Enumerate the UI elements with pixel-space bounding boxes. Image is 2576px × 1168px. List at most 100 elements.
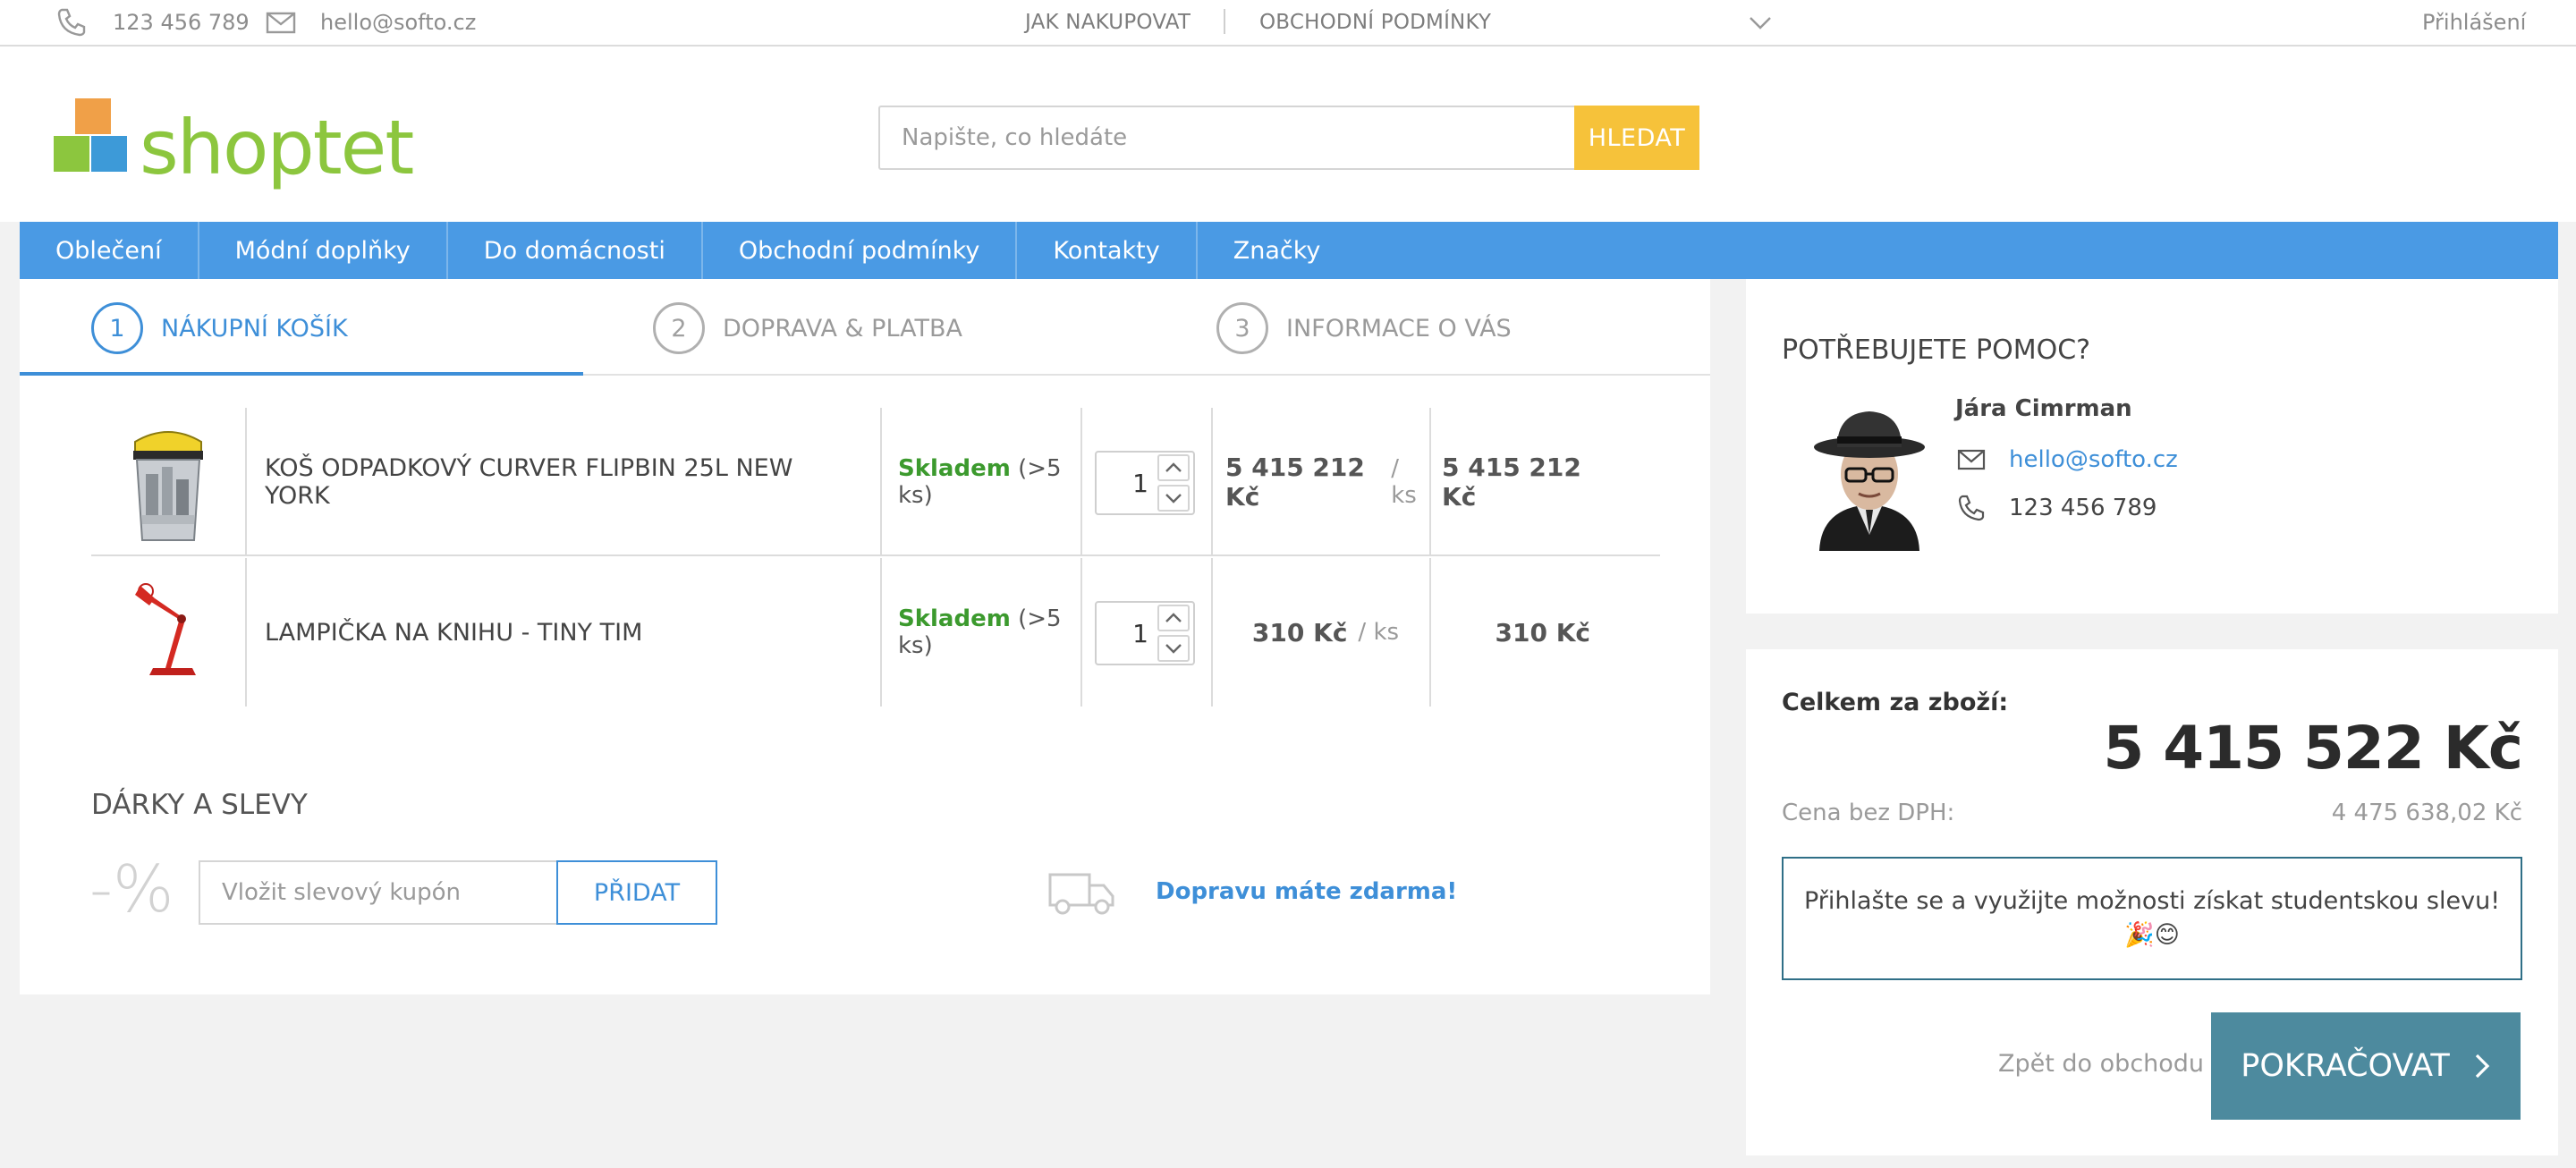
topbar-email-text: hello@softo.cz xyxy=(320,10,477,35)
topbar-nav-how-to-buy[interactable]: JAK NAKUPOVAT xyxy=(1025,0,1191,45)
step-label: NÁKUPNÍ KOŠÍK xyxy=(161,314,348,343)
active-step-underline xyxy=(20,372,583,376)
help-email-text: hello@softo.cz xyxy=(2009,446,2178,473)
menu-item-brands[interactable]: Značky xyxy=(1198,222,1357,279)
product-name: KOŠ ODPADKOVÝ CURVER FLIPBIN 25L NEW YOR… xyxy=(265,454,793,510)
row-separator xyxy=(1429,558,1431,707)
logo-text: shoptet xyxy=(140,104,414,191)
summary-total-label: Celkem za zboží: xyxy=(1782,689,2009,716)
line-total: 5 415 212 Kč xyxy=(1442,408,1590,556)
quantity-value[interactable]: 1 xyxy=(1132,453,1148,513)
row-separator xyxy=(1211,408,1213,556)
summary-card: Celkem za zboží: 5 415 522 Kč Cena bez D… xyxy=(1746,649,2558,1155)
truck-icon xyxy=(1046,866,1116,919)
topbar-separator xyxy=(1224,9,1225,34)
free-shipping-text: Dopravu máte zdarma! xyxy=(1156,878,1458,905)
topbar-email[interactable]: hello@softo.cz xyxy=(261,0,476,45)
phone-icon xyxy=(1955,490,1996,526)
menu-item-home[interactable]: Do domácnosti xyxy=(448,222,703,279)
search-input[interactable] xyxy=(878,106,1574,170)
line-total: 310 Kč xyxy=(1442,558,1591,707)
row-separator xyxy=(245,408,247,556)
chevron-down-icon xyxy=(1741,3,1780,42)
unit-label: / ks xyxy=(1391,455,1417,509)
quantity-stepper[interactable]: 1 xyxy=(1095,451,1195,515)
topbar-nav-terms[interactable]: OBCHODNÍ PODMÍNKY xyxy=(1259,0,1491,45)
logo-square-orange xyxy=(75,98,111,134)
stock-status: Skladem (>5 ks) xyxy=(898,558,1086,707)
unit-price: 5 415 212 Kč / ks xyxy=(1225,408,1426,556)
product-name-link[interactable]: LAMPIČKA NA KNIHU - TINY TIM xyxy=(265,558,855,707)
menu-item-clothing[interactable]: Oblečení xyxy=(20,222,199,279)
logo-square-blue xyxy=(91,136,127,172)
student-discount-promo[interactable]: Přihlašte se a využijte možnosti získat … xyxy=(1782,857,2522,980)
stock-label: Skladem xyxy=(898,605,1011,632)
search-button[interactable]: HLEDAT xyxy=(1574,106,1699,170)
help-card: POTŘEBUJETE POMOC? Jára Cimrman hello@so… xyxy=(1746,279,2558,614)
continue-button[interactable]: POKRAČOVAT xyxy=(2211,1012,2521,1120)
header: shoptet HLEDAT xyxy=(0,47,2576,222)
step-shipping-payment[interactable]: 2 DOPRAVA & PLATBA xyxy=(653,300,962,356)
topbar-more-toggle[interactable] xyxy=(1741,0,1780,45)
row-separator xyxy=(1429,408,1431,556)
chevron-right-icon xyxy=(2475,1054,2490,1079)
logo-square-green xyxy=(54,136,89,172)
coupon-input[interactable] xyxy=(199,860,556,925)
menu-item-contacts[interactable]: Kontakty xyxy=(1017,222,1198,279)
line-total-value: 5 415 212 Kč xyxy=(1442,453,1581,512)
step-number: 1 xyxy=(91,302,143,354)
gifts-title: DÁRKY A SLEVY xyxy=(91,789,308,821)
line-total-value: 310 Kč xyxy=(1495,617,1591,647)
help-phone-text: 123 456 789 xyxy=(2009,495,2157,521)
topbar-phone[interactable]: 123 456 789 xyxy=(52,0,250,45)
mail-icon xyxy=(261,3,301,42)
quantity-decrease-button[interactable] xyxy=(1157,635,1190,662)
quantity-increase-button[interactable] xyxy=(1157,454,1190,481)
summary-net-label: Cena bez DPH: xyxy=(1782,800,1955,826)
add-coupon-button[interactable]: PŘIDAT xyxy=(556,860,717,925)
product-name-link[interactable]: KOŠ ODPADKOVÝ CURVER FLIPBIN 25L NEW YOR… xyxy=(265,408,855,556)
row-separator xyxy=(245,558,247,707)
help-email-link[interactable]: hello@softo.cz xyxy=(1955,442,2178,478)
trash-bin-image xyxy=(133,431,203,541)
back-to-shop-link[interactable]: Zpět do obchodu xyxy=(1998,1050,2204,1078)
unit-price-value: 310 Kč xyxy=(1251,617,1348,647)
cart-card: 1 NÁKUPNÍ KOŠÍK 2 DOPRAVA & PLATBA 3 INF… xyxy=(20,279,1710,994)
stock-label: Skladem xyxy=(898,455,1011,482)
promo-text: Přihlašte se a využijte možnosti získat … xyxy=(1803,887,2501,915)
product-image-trash-bin[interactable] xyxy=(91,408,245,556)
cart-row: LAMPIČKA NA KNIHU - TINY TIM Skladem (>5… xyxy=(91,558,1660,707)
help-phone-link[interactable]: 123 456 789 xyxy=(1955,490,2157,526)
step-label: INFORMACE O VÁS xyxy=(1286,314,1512,343)
help-contact-name: Jára Cimrman xyxy=(1955,395,2132,422)
menu-item-terms[interactable]: Obchodní podmínky xyxy=(703,222,1018,279)
mail-icon xyxy=(1955,442,1996,478)
step-customer-info[interactable]: 3 INFORMACE O VÁS xyxy=(1216,300,1512,356)
quantity-increase-button[interactable] xyxy=(1157,605,1190,631)
search-form: HLEDAT xyxy=(878,106,1699,170)
main-menu: Oblečení Módní doplňky Do domácnosti Obc… xyxy=(20,222,2558,279)
unit-label: / ks xyxy=(1358,619,1400,646)
quantity-stepper[interactable]: 1 xyxy=(1095,601,1195,665)
chevron-up-icon xyxy=(1165,462,1182,472)
row-separator xyxy=(1080,558,1082,707)
top-bar: 123 456 789 hello@softo.cz JAK NAKUPOVAT… xyxy=(0,0,2576,47)
login-link[interactable]: Přihlášení xyxy=(2422,0,2526,45)
quantity-value[interactable]: 1 xyxy=(1132,603,1148,664)
chevron-down-icon xyxy=(1165,494,1182,504)
lamp-image xyxy=(135,583,196,675)
shoptet-logo[interactable]: shoptet xyxy=(54,98,414,197)
menu-item-accessories[interactable]: Módní doplňky xyxy=(199,222,448,279)
topbar-phone-text: 123 456 789 xyxy=(113,10,250,35)
unit-price-value: 5 415 212 Kč xyxy=(1225,453,1365,512)
row-separator xyxy=(880,408,882,556)
product-name: LAMPIČKA NA KNIHU - TINY TIM xyxy=(265,618,643,647)
stock-status: Skladem (>5 ks) xyxy=(898,408,1086,556)
continue-label: POKRAČOVAT xyxy=(2241,1048,2450,1084)
quantity-decrease-button[interactable] xyxy=(1157,485,1190,512)
step-cart[interactable]: 1 NÁKUPNÍ KOŠÍK xyxy=(91,300,348,356)
step-number: 3 xyxy=(1216,302,1268,354)
product-image-lamp[interactable] xyxy=(91,558,245,707)
unit-price: 310 Kč / ks xyxy=(1225,558,1426,707)
summary-total-value: 5 415 522 Kč xyxy=(2103,714,2523,783)
